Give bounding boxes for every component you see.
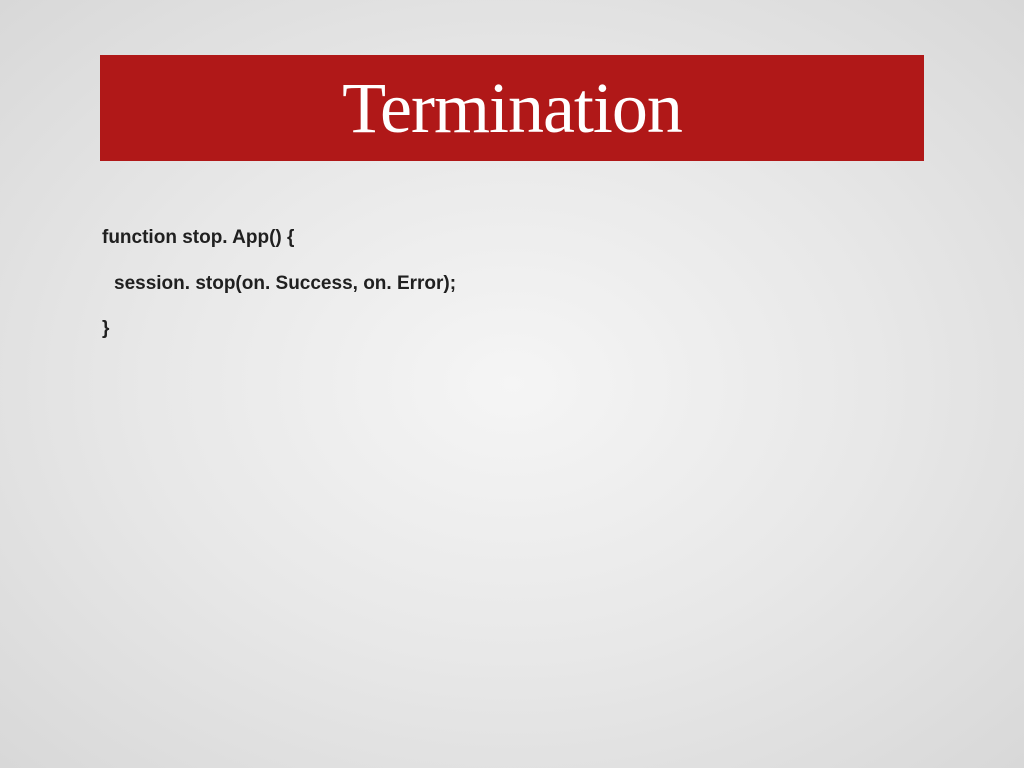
title-banner: Termination: [100, 55, 924, 161]
code-line-2: session. stop(on. Success, on. Error);: [102, 261, 924, 307]
code-line-3: }: [102, 306, 924, 352]
slide-title: Termination: [342, 67, 682, 150]
code-block: function stop. App() { session. stop(on.…: [102, 215, 924, 352]
code-line-1: function stop. App() {: [102, 215, 924, 261]
